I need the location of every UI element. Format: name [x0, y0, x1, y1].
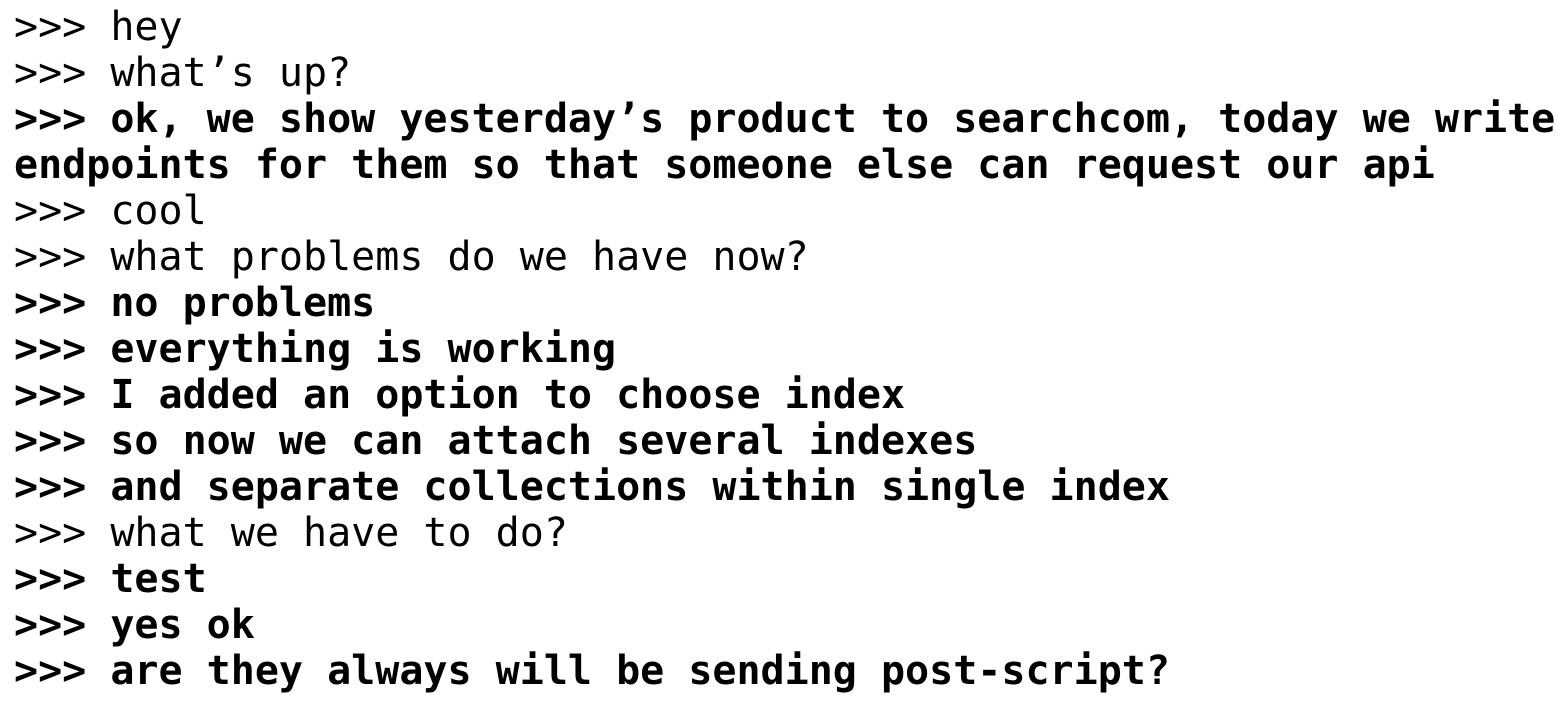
prompt-marker: >>> [14, 602, 87, 648]
terminal-line: >>> what problems do we have now? [14, 234, 1562, 280]
line-text: test [110, 556, 207, 602]
terminal-line: >>> ok, we show yesterday’s product to s… [14, 96, 1562, 188]
line-text: so now we can attach several indexes [110, 418, 978, 464]
line-text: what we have to do? [110, 510, 568, 556]
terminal-line: >>> are they always will be sending post… [14, 648, 1562, 694]
prompt-marker: >>> [14, 510, 87, 556]
prompt-marker: >>> [14, 418, 87, 464]
prompt-marker: >>> [14, 464, 87, 510]
terminal-line: >>> yes ok [14, 602, 1562, 648]
terminal-line: >>> I added an option to choose index [14, 372, 1562, 418]
line-text: ok, we show yesterday’s product to searc… [14, 96, 1556, 188]
line-text: are they always will be sending post-scr… [110, 648, 1170, 694]
prompt-marker: >>> [14, 4, 87, 50]
prompt-marker: >>> [14, 372, 87, 418]
prompt-marker: >>> [14, 234, 87, 280]
terminal-line: >>> what’s up? [14, 50, 1562, 96]
prompt-marker: >>> [14, 648, 87, 694]
prompt-marker: >>> [14, 326, 87, 372]
line-text: I added an option to choose index [110, 372, 906, 418]
terminal-line: >>> everything is working [14, 326, 1562, 372]
prompt-marker: >>> [14, 188, 87, 234]
terminal-line: >>> cool [14, 188, 1562, 234]
terminal-line: >>> and separate collections within sing… [14, 464, 1562, 510]
prompt-marker: >>> [14, 96, 87, 142]
terminal-line: >>> test [14, 556, 1562, 602]
prompt-marker: >>> [14, 50, 87, 96]
terminal-line: >>> so now we can attach several indexes [14, 418, 1562, 464]
line-text: cool [110, 188, 207, 234]
line-text: what’s up? [110, 50, 352, 96]
prompt-marker: >>> [14, 280, 87, 326]
terminal-line: >>> hey [14, 4, 1562, 50]
line-text: hey [110, 4, 183, 50]
line-text: everything is working [110, 326, 617, 372]
prompt-marker: >>> [14, 556, 87, 602]
terminal-line: >>> what we have to do? [14, 510, 1562, 556]
terminal-line: >>> no problems [14, 280, 1562, 326]
terminal-output: >>> hey >>> what’s up? >>> ok, we show yes… [14, 4, 1562, 694]
line-text: and separate collections within single i… [110, 464, 1170, 510]
line-text: what problems do we have now? [110, 234, 809, 280]
line-text: yes ok [110, 602, 255, 648]
line-text: no problems [110, 280, 376, 326]
